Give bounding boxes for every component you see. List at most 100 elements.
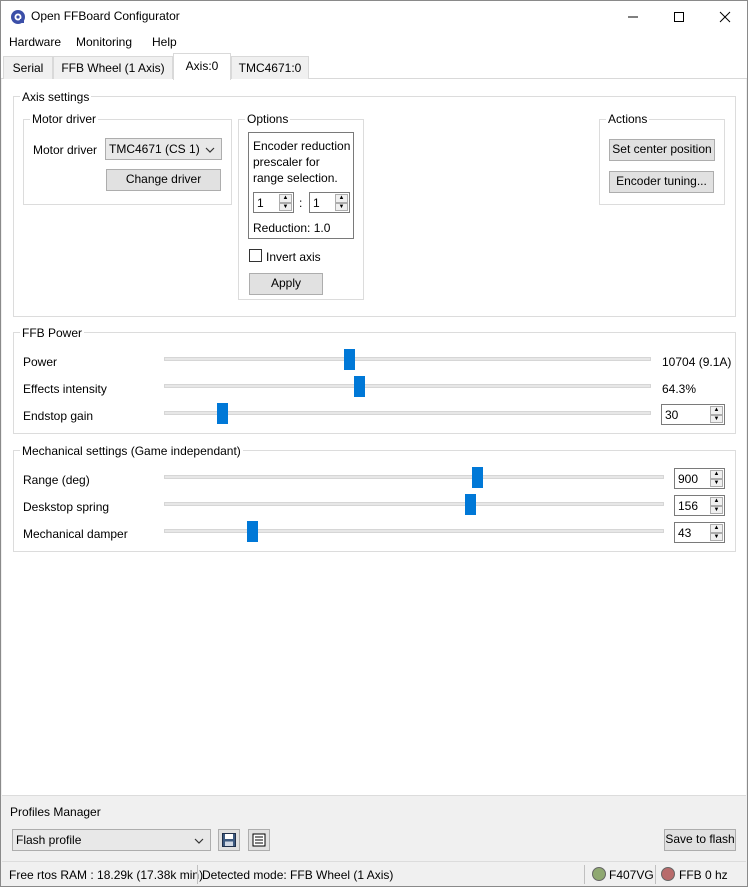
chevron-down-icon [194,838,204,844]
menu-hardware[interactable]: Hardware [9,35,61,49]
profiles-manager: Profiles Manager Flash profile Save to f… [2,795,746,860]
board-status-led-icon [592,867,606,881]
mechanical-damper-label: Mechanical damper [23,527,128,541]
mechanical-damper-slider-thumb[interactable] [247,521,258,542]
menu-bar: Hardware Monitoring Help [1,32,747,53]
invert-axis-label: Invert axis [266,250,321,264]
maximize-button[interactable] [656,1,702,32]
encoder-desc-line1: Encoder reduction [253,139,351,153]
range-slider-thumb[interactable] [471,467,483,488]
power-slider-thumb[interactable] [344,349,356,370]
motor-driver-select[interactable]: TMC4671 (CS 1) [105,138,222,160]
spin-down-icon[interactable]: ▼ [710,532,723,541]
spin-down-icon[interactable]: ▼ [710,414,723,423]
spin-down-icon[interactable]: ▼ [335,202,348,211]
prescaler-separator: : [299,196,303,210]
desktop-spring-label: Deskstop spring [23,500,110,514]
spin-up-icon[interactable]: ▲ [710,406,723,415]
save-profile-button[interactable] [218,829,240,851]
detected-mode-status: Detected mode: FFB Wheel (1 Axis) [202,868,394,882]
desktop-spring-spinbox[interactable]: 156 ▲ ▼ [674,495,725,516]
range-label: Range (deg) [23,473,90,487]
axis-settings-title: Axis settings [20,90,92,104]
motor-driver-selected: TMC4671 (CS 1) [109,142,200,156]
power-value: 10704 (9.1A) [662,355,732,369]
list-icon [252,833,266,847]
axis-tab-content: Axis settings Motor driver Motor driver … [2,79,746,795]
power-slider-track [164,357,651,361]
power-label: Power [23,355,58,369]
floppy-disk-icon [222,833,236,847]
close-icon [719,11,731,22]
effects-intensity-slider-thumb[interactable] [353,376,365,397]
profile-list-button[interactable] [248,829,270,851]
app-window: Open FFBoard Configurator Hardware Monit… [0,0,748,887]
range-slider-track [164,475,664,479]
encoder-desc-line2: prescaler for [253,155,320,169]
tab-axis[interactable]: Axis:0 [173,53,231,80]
set-center-position-button[interactable]: Set center position [609,139,715,161]
ffb-rate-status: FFB 0 hz [679,868,728,882]
range-spinbox[interactable]: 900 ▲ ▼ [674,468,725,489]
tab-strip: Serial FFB Wheel (1 Axis) Axis:0 TMC4671… [1,53,747,80]
maximize-icon [674,11,684,22]
range-value: 900 [678,472,699,486]
board-name-status: F407VG [609,868,654,882]
mechanical-damper-value: 43 [678,526,692,540]
invert-axis-checkbox[interactable] [249,249,262,262]
encoder-desc-line3: range selection. [253,171,338,185]
spin-up-icon[interactable]: ▲ [279,194,292,203]
encoder-tuning-button[interactable]: Encoder tuning... [609,171,714,193]
motor-driver-group [23,119,232,205]
reduction-label: Reduction: 1.0 [253,221,331,235]
effects-intensity-label: Effects intensity [23,382,107,396]
status-bar: Free rtos RAM : 18.29k (17.38k min) Dete… [2,861,746,886]
desktop-spring-value: 156 [678,499,699,513]
menu-monitoring[interactable]: Monitoring [76,35,132,49]
prescaler-right-spinbox[interactable]: 1 ▲ ▼ [309,192,350,213]
tab-tmc4671[interactable]: TMC4671:0 [231,56,309,79]
profile-select[interactable]: Flash profile [12,829,211,851]
profiles-manager-title: Profiles Manager [10,805,101,819]
endstop-gain-slider-thumb[interactable] [217,403,229,424]
minimize-button[interactable] [610,1,656,32]
ffb-power-title: FFB Power [20,326,85,340]
spin-down-icon[interactable]: ▼ [710,505,723,514]
minimize-icon [628,16,638,17]
title-bar: Open FFBoard Configurator [1,1,747,32]
endstop-gain-value: 30 [665,408,679,422]
mechanical-damper-slider-track [164,529,664,533]
profile-selected: Flash profile [16,833,82,847]
spin-up-icon[interactable]: ▲ [710,497,723,506]
ffb-status-led-icon [661,867,675,881]
spin-up-icon[interactable]: ▲ [710,470,723,479]
ffb-power-group [13,332,736,434]
spin-down-icon[interactable]: ▼ [279,202,292,211]
rtos-ram-status: Free rtos RAM : 18.29k (17.38k min) [9,868,204,882]
save-to-flash-button[interactable]: Save to flash [664,829,736,851]
menu-help[interactable]: Help [152,35,177,49]
endstop-gain-label: Endstop gain [23,409,94,423]
ffboard-logo-icon [11,10,25,24]
desktop-spring-slider-thumb[interactable] [465,494,476,515]
desktop-spring-slider-track [164,502,664,506]
prescaler-left-value: 1 [257,196,264,210]
prescaler-right-value: 1 [313,196,320,210]
spin-up-icon[interactable]: ▲ [710,524,723,533]
effects-intensity-value: 64.3% [662,382,697,396]
chevron-down-icon [205,147,215,153]
apply-button[interactable]: Apply [249,273,323,295]
prescaler-left-spinbox[interactable]: 1 ▲ ▼ [253,192,294,213]
tab-serial[interactable]: Serial [3,56,53,79]
change-driver-button[interactable]: Change driver [106,169,221,191]
mechanical-settings-title: Mechanical settings (Game independant) [20,444,243,458]
spin-up-icon[interactable]: ▲ [335,194,348,203]
tab-ffb-wheel[interactable]: FFB Wheel (1 Axis) [53,56,173,79]
mechanical-damper-spinbox[interactable]: 43 ▲ ▼ [674,522,725,543]
endstop-gain-spinbox[interactable]: 30 ▲ ▼ [661,404,725,425]
spin-down-icon[interactable]: ▼ [710,478,723,487]
close-button[interactable] [702,1,748,32]
window-title: Open FFBoard Configurator [31,9,180,23]
endstop-gain-slider-track [164,411,651,415]
actions-title: Actions [606,112,650,126]
